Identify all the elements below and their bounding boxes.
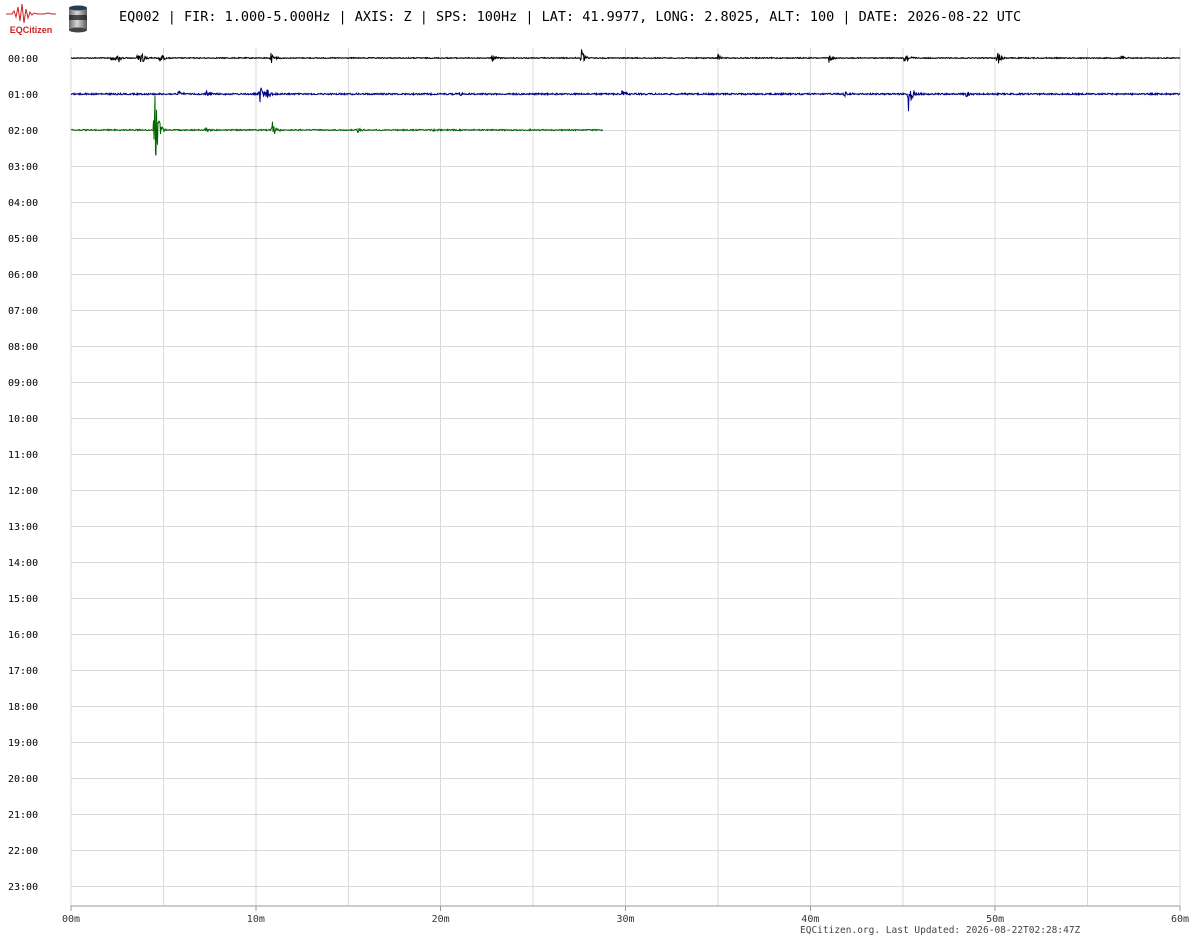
last-updated-footer: EQCitizen.org. Last Updated: 2026-08-22T… bbox=[800, 925, 1081, 936]
hour-label: 22:00 bbox=[8, 846, 38, 857]
x-tick-label: 00m bbox=[62, 914, 80, 925]
hour-label: 05:00 bbox=[8, 234, 38, 245]
hour-label: 11:00 bbox=[8, 450, 38, 461]
hour-label: 13:00 bbox=[8, 522, 38, 533]
x-tick-label: 60m bbox=[1171, 914, 1189, 925]
plot-grid bbox=[70, 48, 1181, 907]
hour-label: 03:00 bbox=[8, 162, 38, 173]
hour-label: 12:00 bbox=[8, 486, 38, 497]
hour-label: 19:00 bbox=[8, 738, 38, 749]
x-tick-label: 40m bbox=[801, 914, 819, 925]
x-tick-label: 10m bbox=[247, 914, 265, 925]
hour-label: 01:00 bbox=[8, 90, 38, 101]
hour-label: 00:00 bbox=[8, 54, 38, 65]
x-tick-label: 20m bbox=[432, 914, 450, 925]
minute-axis: 00m 10m 20m 30m 40m 50m 60m bbox=[62, 906, 1189, 925]
trace-row-2 bbox=[70, 95, 604, 156]
hour-label: 20:00 bbox=[8, 774, 38, 785]
hour-label: 06:00 bbox=[8, 270, 38, 281]
hour-label: 14:00 bbox=[8, 558, 38, 569]
hour-label: 23:00 bbox=[8, 882, 38, 893]
hour-label: 08:00 bbox=[8, 342, 38, 353]
x-tick-label: 50m bbox=[986, 914, 1004, 925]
hour-label: 15:00 bbox=[8, 594, 38, 605]
hour-label: 18:00 bbox=[8, 702, 38, 713]
hour-label: 10:00 bbox=[8, 414, 38, 425]
hour-labels: 00:00 01:00 02:00 03:00 04:00 05:00 06:00 07:00… bbox=[8, 54, 38, 893]
hour-label: 07:00 bbox=[8, 306, 38, 317]
x-tick-label: 30m bbox=[616, 914, 634, 925]
hour-label: 17:00 bbox=[8, 666, 38, 677]
hour-label: 04:00 bbox=[8, 198, 38, 209]
hour-label: 21:00 bbox=[8, 810, 38, 821]
hour-label: 02:00 bbox=[8, 126, 38, 137]
hour-label: 16:00 bbox=[8, 630, 38, 641]
helicorder-plot: 00:00 01:00 02:00 03:00 04:00 05:00 06:00 07:00… bbox=[8, 48, 1189, 925]
hour-label: 09:00 bbox=[8, 378, 38, 389]
